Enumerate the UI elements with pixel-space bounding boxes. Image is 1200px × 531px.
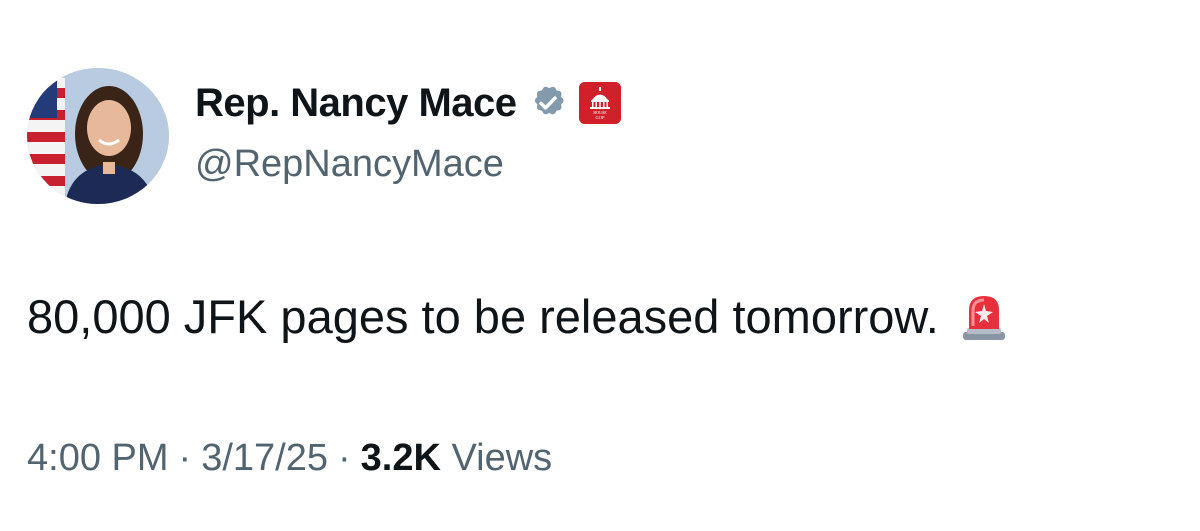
tweet-meta: 4:00 PM · 3/17/25 · 3.2K Views (27, 432, 552, 484)
display-name[interactable]: Rep. Nancy Mace (195, 83, 517, 123)
house-gop-capitol-icon[interactable]: HOUSE GOP (578, 82, 621, 124)
tweet-text-body: 80,000 JFK pages to be released tomorrow… (27, 290, 939, 343)
svg-text:GOP: GOP (595, 115, 604, 120)
police-siren-icon (957, 290, 1011, 344)
author-name-row: Rep. Nancy Mace HOUSE GOP (195, 78, 621, 128)
handle[interactable]: @RepNancyMace (195, 140, 504, 188)
views-count[interactable]: 3.2K (361, 437, 441, 479)
tweet-date[interactable]: 3/17/25 (201, 437, 328, 479)
tweet-time[interactable]: 4:00 PM (27, 437, 169, 479)
tweet-text: 80,000 JFK pages to be released tomorrow… (27, 287, 1011, 347)
meta-separator: · (337, 437, 351, 479)
verified-badge-icon[interactable] (527, 82, 569, 124)
tweet-card: Rep. Nancy Mace HOUSE GOP @RepNancyMace … (0, 0, 1200, 531)
meta-separator: · (178, 437, 192, 479)
avatar[interactable] (27, 68, 169, 204)
views-label[interactable]: Views (451, 437, 552, 479)
